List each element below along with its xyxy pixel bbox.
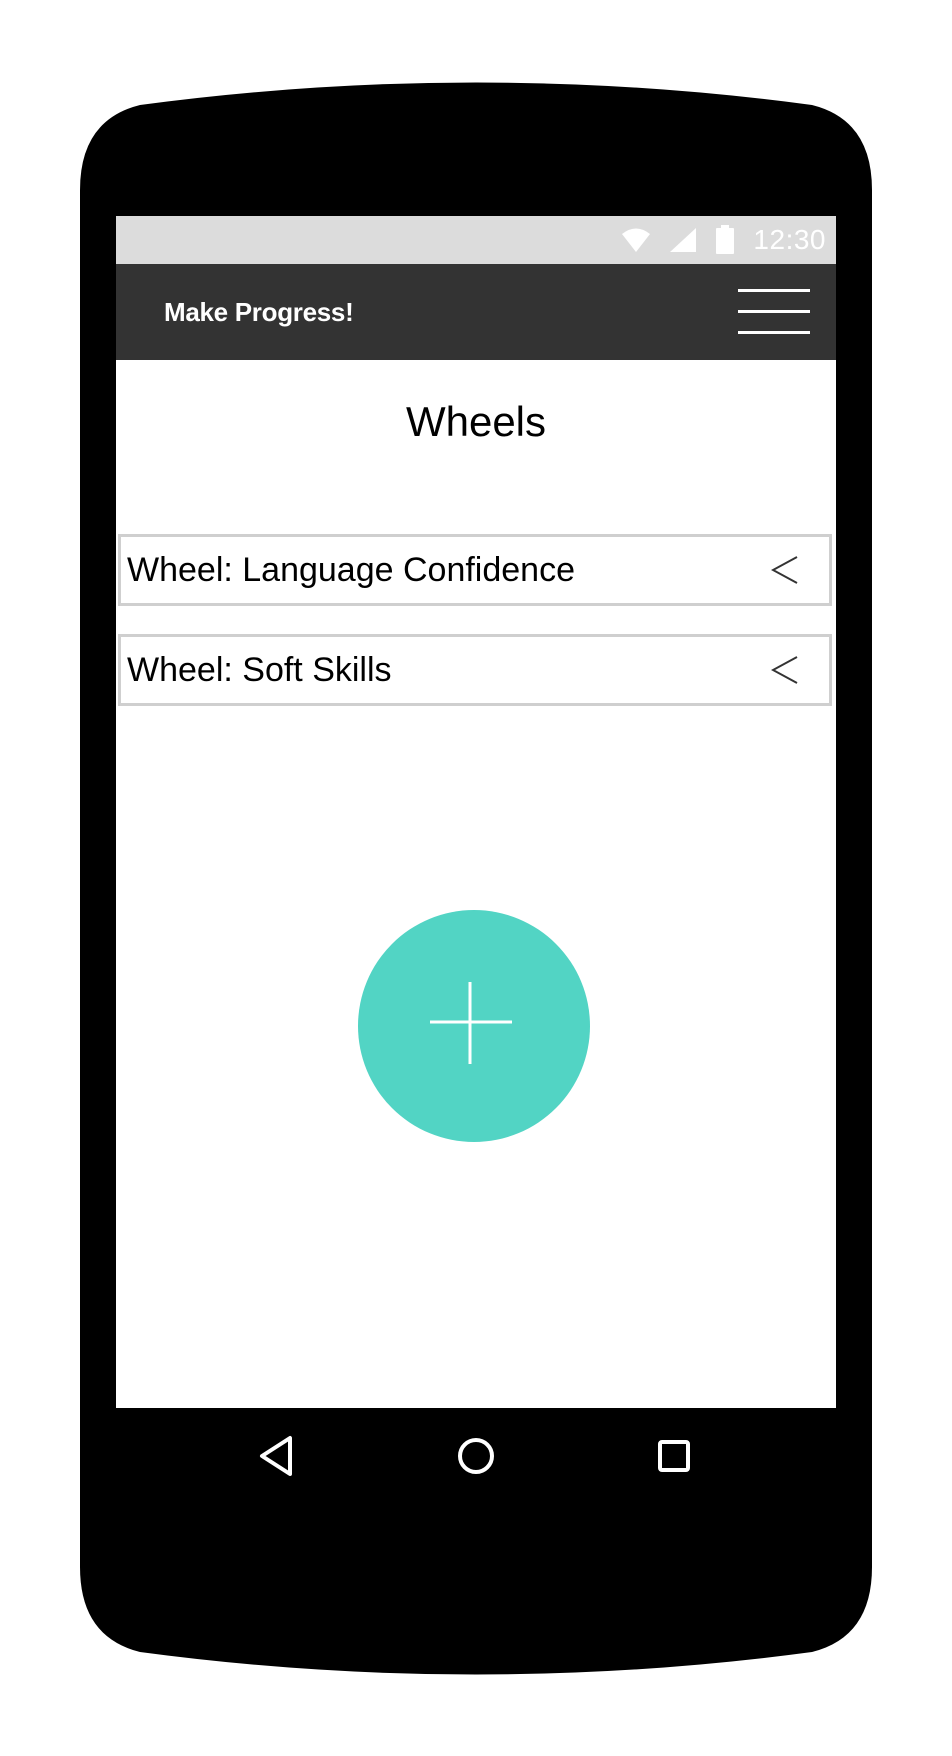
- wheel-item-language-confidence[interactable]: Wheel: Language Confidence: [118, 534, 832, 606]
- wifi-icon: [622, 228, 651, 252]
- status-icons: 12:30: [621, 216, 826, 264]
- app-title: Make Progress!: [164, 297, 354, 327]
- recents-icon[interactable]: [648, 1430, 700, 1482]
- status-bar: 12:30: [116, 216, 836, 264]
- phone-screen: 12:30 Make Progress! Wheels Wheel: Langu…: [116, 216, 836, 1408]
- wheel-item-label: Wheel: Soft Skills: [127, 651, 392, 689]
- system-nav-bar: [116, 1408, 836, 1504]
- wheel-item-soft-skills[interactable]: Wheel: Soft Skills: [118, 634, 832, 706]
- plus-icon: [430, 982, 512, 1064]
- home-icon[interactable]: [450, 1430, 502, 1482]
- chevron-left-icon[interactable]: [771, 555, 799, 585]
- add-wheel-button[interactable]: [358, 910, 590, 1142]
- wheel-item-label: Wheel: Language Confidence: [127, 551, 575, 589]
- status-time: 12:30: [753, 224, 826, 255]
- app-bar: Make Progress!: [116, 264, 836, 360]
- battery-icon: [716, 225, 735, 254]
- chevron-left-icon[interactable]: [771, 655, 799, 685]
- back-icon[interactable]: [252, 1430, 304, 1482]
- page-title: Wheels: [405, 398, 547, 445]
- wheel-list: Wheel: Language Confidence Wheel: Soft S…: [118, 534, 832, 734]
- hamburger-menu-icon[interactable]: [738, 286, 810, 338]
- signal-icon: [670, 228, 697, 252]
